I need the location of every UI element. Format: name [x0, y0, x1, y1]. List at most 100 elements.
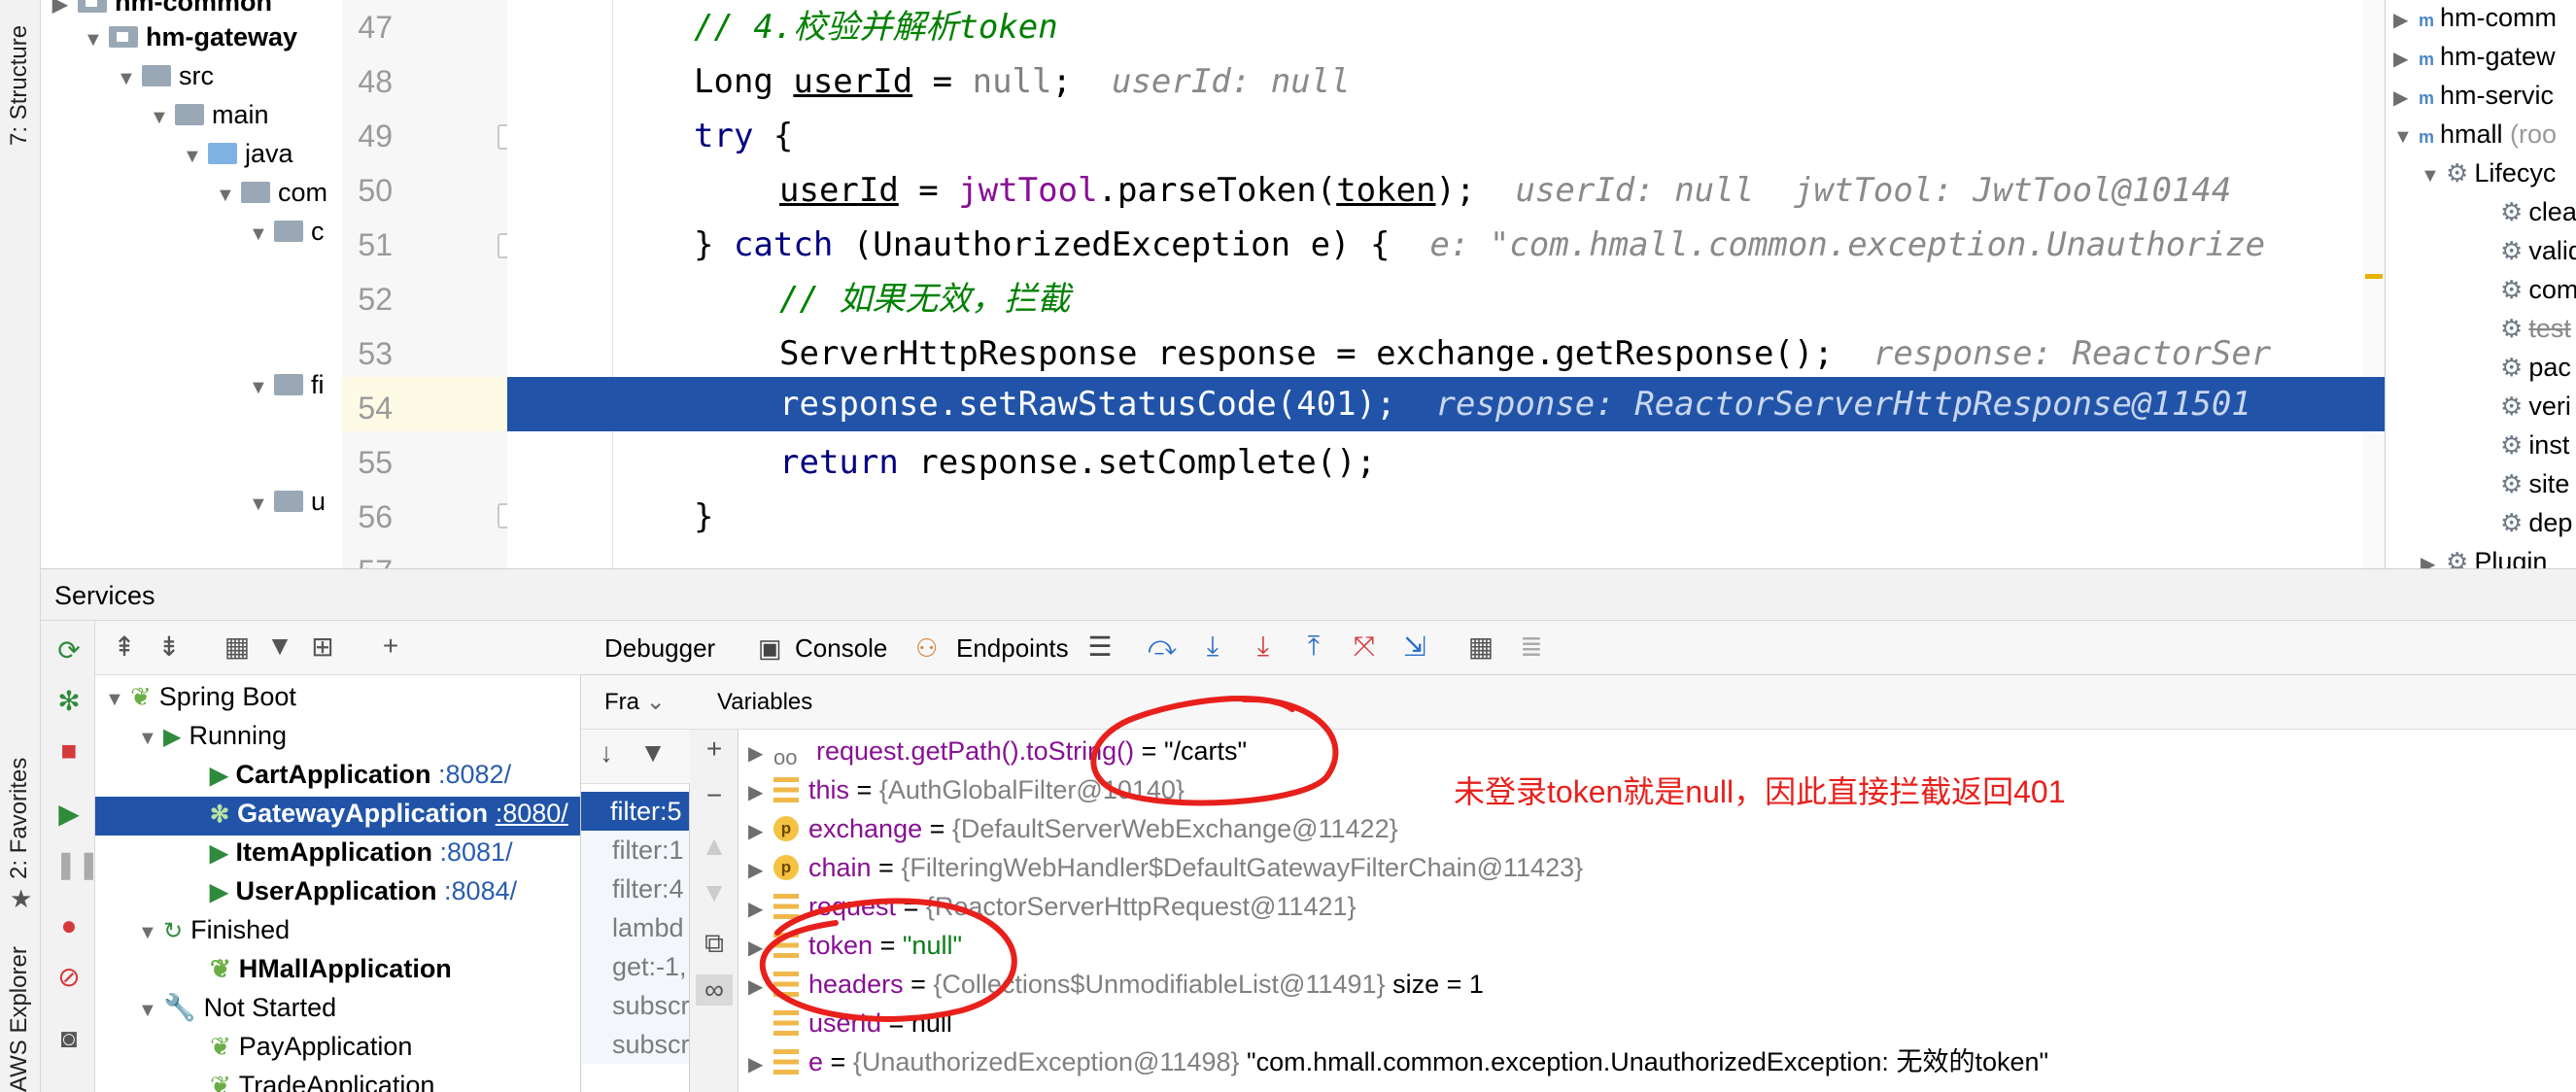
chevron-down-icon[interactable]: ▼ [2421, 156, 2446, 195]
maven-goal-package[interactable]: ⚙ pac [2500, 348, 2571, 387]
move-up-icon[interactable]: ▲ [700, 831, 729, 862]
tree-item-fi[interactable]: ▼ fi [249, 365, 325, 404]
chevron-right-icon[interactable]: ▶ [2393, 1, 2419, 40]
chevron-right-icon[interactable]: ▶ [2393, 79, 2419, 118]
chevron-down-icon[interactable]: ▼ [249, 485, 274, 524]
run-to-cursor-icon[interactable]: ⇲ [1397, 631, 1432, 663]
frame-item[interactable]: filter:4 [581, 870, 689, 908]
tree-item-com[interactable]: ▼ com [216, 173, 327, 212]
chevron-down-icon[interactable]: ▼ [249, 368, 274, 407]
chevron-right-icon[interactable]: ▶ [738, 734, 773, 773]
maven-item-lifecycle[interactable]: ▼ ⚙ Lifecyc [2421, 154, 2556, 192]
step-over-icon[interactable]: ⤼ [1145, 631, 1180, 663]
expand-all-icon[interactable]: ⇞ [107, 631, 142, 663]
evaluate-icon[interactable]: ▦ [1463, 631, 1498, 663]
maven-goal-compile[interactable]: ⚙ com [2500, 270, 2576, 309]
svc-group-running[interactable]: ▼ ▶ Running [138, 716, 287, 755]
aws-explorer-tab[interactable]: AWS Explorer [6, 946, 33, 1092]
force-step-into-icon[interactable]: ⤓ [1246, 631, 1281, 663]
tree-item-main[interactable]: ▼ main [150, 95, 269, 134]
tab-endpoints[interactable]: Endpoints [956, 621, 1069, 675]
maven-goal-validate[interactable]: ⚙valid [2500, 231, 2576, 270]
tree-item-c[interactable]: ▼ c [249, 212, 325, 251]
step-out-icon[interactable]: ⤒ [1296, 631, 1331, 663]
svc-item-application[interactable]: ▶ ItemApplication :8081/ [210, 833, 513, 871]
tree-item-java[interactable]: ▼ java [183, 134, 293, 173]
camera-icon[interactable]: ◙ [54, 1023, 84, 1054]
drop-frame-icon[interactable]: ⤧ [1347, 631, 1382, 663]
filter-icon[interactable]: ▼ [262, 631, 297, 662]
filter-icon[interactable]: ▼ [635, 737, 670, 768]
structure-tab[interactable]: 7: Structure [6, 25, 33, 146]
svc-group-finished[interactable]: ▼ ↻ Finished [138, 910, 290, 949]
svc-trade-application[interactable]: ❦ TradeApplication [210, 1066, 434, 1092]
add-watch-icon[interactable]: + [700, 734, 729, 765]
chevron-down-icon[interactable]: ▼ [138, 719, 163, 758]
variable-row[interactable]: ▶ e = {UnauthorizedException@11498} "com.… [738, 1042, 2048, 1081]
resume-icon[interactable]: ▶ [54, 798, 84, 830]
frame-item[interactable]: get:-1, [581, 947, 689, 986]
code-editor[interactable]: // 4.校验并解析token Long userId = null; user… [507, 0, 2385, 568]
maven-item-plugins[interactable]: ▶ ⚙ Plugin [2421, 542, 2547, 568]
move-down-icon[interactable]: ▼ [700, 877, 729, 908]
svc-hmall-application[interactable]: ❦ HMallApplication [210, 949, 452, 988]
chevron-down-icon[interactable]: ▼ [105, 680, 130, 719]
stop-icon[interactable]: ■ [54, 735, 84, 767]
frame-item[interactable]: lambd [581, 908, 689, 947]
remove-watch-icon[interactable]: − [700, 780, 729, 811]
chevron-right-icon[interactable]: ▶ [2421, 545, 2446, 568]
watches-toggle-icon[interactable]: ∞ [696, 974, 733, 1006]
arrow-down-icon[interactable]: ↓ [589, 737, 624, 768]
chevron-down-icon[interactable]: ▼ [117, 59, 142, 98]
chevron-down-icon[interactable]: ▼ [138, 991, 163, 1030]
maven-item-hm-service[interactable]: ▶ m hm-servic [2393, 76, 2554, 115]
chevron-right-icon[interactable]: ▶ [738, 812, 773, 851]
trace-icon[interactable]: ≣ [1514, 631, 1549, 663]
tree-item-u[interactable]: ▼ u [249, 482, 326, 521]
maven-item-hm-common[interactable]: ▶ m hm-comm [2393, 0, 2557, 37]
step-into-icon[interactable]: ⤓ [1195, 631, 1230, 663]
frames-header[interactable]: Fra ⌄ [581, 675, 690, 730]
maven-item-hm-gateway[interactable]: ▶ m hm-gatew [2393, 37, 2556, 76]
refresh-icon[interactable]: ⟳ [54, 634, 84, 666]
tree-item-hm-gateway[interactable]: ▼ hm-gateway [84, 17, 297, 56]
chevron-down-icon[interactable]: ⌄ [646, 689, 666, 715]
tab-debugger[interactable]: Debugger [604, 621, 715, 675]
chevron-down-icon[interactable]: ▼ [249, 215, 274, 254]
breakpoints-icon[interactable]: ● [54, 910, 84, 941]
maven-goal-test[interactable]: ⚙ test [2500, 309, 2571, 348]
svc-cart-application[interactable]: ▶ CartApplication :8082/ [210, 755, 511, 794]
chevron-right-icon[interactable]: ▶ [738, 773, 773, 812]
chevron-down-icon[interactable]: ▼ [150, 98, 175, 137]
tree-item-src[interactable]: ▼ src [117, 56, 214, 95]
chevron-down-icon[interactable]: ▼ [84, 20, 109, 59]
copy-icon[interactable]: ⧉ [700, 928, 729, 960]
add-service-icon[interactable]: + [373, 631, 408, 662]
variable-row[interactable]: ▶ p chain = {FilteringWebHandler$DefaultGa… [738, 848, 1583, 887]
svc-group-spring-boot[interactable]: ▼ ❦ Spring Boot [105, 677, 296, 716]
frame-item[interactable]: filter:5 [581, 792, 689, 831]
maven-item-hmall[interactable]: ▼ m hmall (roo [2393, 115, 2557, 154]
mute-breakpoints-icon[interactable]: ⊘ [54, 961, 84, 993]
svc-group-not-started[interactable]: ▼ 🔧 Not Started [138, 988, 336, 1027]
chevron-right-icon[interactable]: ▶ [52, 0, 78, 24]
svc-user-application[interactable]: ▶ UserApplication :8084/ [210, 871, 517, 910]
maven-goal-deploy[interactable]: ⚙ dep [2500, 503, 2572, 542]
maven-goal-install[interactable]: ⚙ inst [2500, 426, 2569, 464]
port-link[interactable]: :8080/ [496, 799, 568, 828]
chevron-down-icon[interactable]: ▼ [216, 176, 241, 215]
chevron-down-icon[interactable]: ▼ [138, 913, 163, 952]
maven-goal-clean[interactable]: ⚙ clea [2500, 192, 2576, 231]
maven-goal-verify[interactable]: ⚙ veri [2500, 387, 2571, 426]
chevron-down-icon[interactable]: ▼ [183, 137, 208, 176]
favorites-tab[interactable]: 2: Favorites [6, 758, 33, 879]
frame-item[interactable]: subscr [581, 1025, 689, 1064]
menu-icon[interactable]: ☰ [1082, 631, 1117, 663]
svc-pay-application[interactable]: ❦ PayApplication [210, 1027, 412, 1066]
frame-item[interactable]: subscr [581, 986, 689, 1025]
port-link[interactable]: :8084/ [444, 876, 517, 905]
new-tab-icon[interactable]: ⊞ [305, 631, 340, 663]
group-icon[interactable]: ▦ [220, 631, 255, 663]
pause-icon[interactable]: ❚❚ [54, 848, 100, 880]
maven-goal-site[interactable]: ⚙ site [2500, 464, 2569, 503]
